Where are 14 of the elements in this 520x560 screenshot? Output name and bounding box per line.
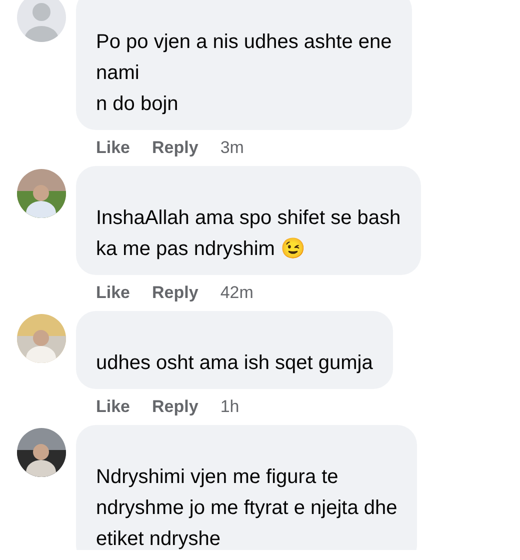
comment-text: Ndryshimi vjen me figura te ndryshme jo me ftyrat e njejta dhe etiket ndryshe	[76, 425, 418, 550]
like-link[interactable]: Like	[96, 283, 130, 303]
comment-time: 3m	[220, 138, 244, 158]
comment-text: udhes osht ama ish sqet gumja	[76, 311, 393, 389]
reply-link[interactable]: Reply	[152, 397, 198, 417]
comment-time: 1h	[220, 397, 240, 417]
like-link[interactable]: Like	[96, 397, 130, 417]
reply-link[interactable]: Reply	[152, 283, 198, 303]
comment-text: Po po vjen a nis udhes ashte ene nami n do bojn	[76, 0, 412, 130]
comment-time: 42m	[220, 283, 254, 303]
comment-text: InshaAllah ama spo shifet se bash ka me pas ndryshim 😉	[76, 166, 421, 275]
like-link[interactable]: Like	[96, 138, 130, 158]
reply-link[interactable]: Reply	[152, 138, 198, 158]
avatar-icon	[17, 0, 66, 42]
